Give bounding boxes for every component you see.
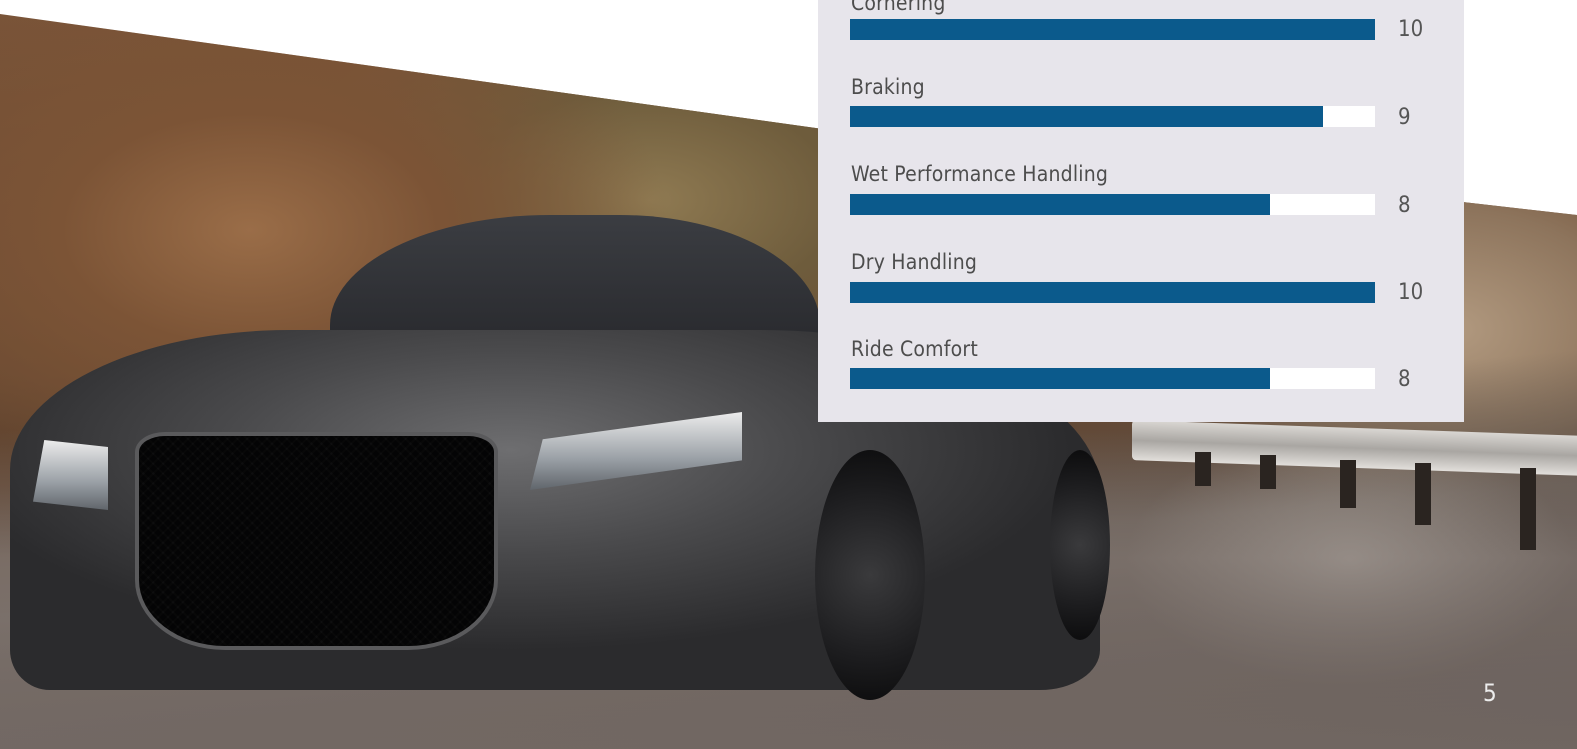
rating-bar-track [850,19,1375,40]
rating-bar-fill [850,19,1375,40]
rating-bar-fill [850,368,1270,389]
rating-bar-track [850,368,1375,389]
guard-rail-post [1520,468,1536,550]
rating-label-wet-performance-handling: Wet Performance Handling [851,162,1109,186]
rating-label-cornering: Cornering [851,0,946,15]
brochure-page: Cornering 10 Braking 9 Wet Performance H… [0,0,1577,749]
rating-bar-fill [850,282,1375,303]
rating-value-dry-handling: 10 [1398,280,1424,305]
car-grille [135,432,498,650]
car-headlight [33,440,108,510]
rating-label-braking: Braking [851,75,925,99]
rating-bar-fill [850,106,1323,127]
page-number: 5 [1483,679,1497,707]
car-wheel [1050,450,1110,640]
rating-label-ride-comfort: Ride Comfort [851,337,978,361]
guard-rail-post [1195,452,1211,486]
guard-rail-post [1415,463,1431,525]
rating-value-braking: 9 [1398,105,1411,130]
rating-bar-fill [850,194,1270,215]
guard-rail-post [1260,455,1276,489]
rating-value-cornering: 10 [1398,17,1424,42]
rating-bar-track [850,282,1375,303]
rating-label-dry-handling: Dry Handling [851,250,978,274]
car-wheel [815,450,925,700]
rating-bar-track [850,194,1375,215]
rating-value-wet-performance-handling: 8 [1398,193,1411,218]
rating-bar-track [850,106,1375,127]
rating-value-ride-comfort: 8 [1398,367,1411,392]
guard-rail-post [1340,460,1356,508]
